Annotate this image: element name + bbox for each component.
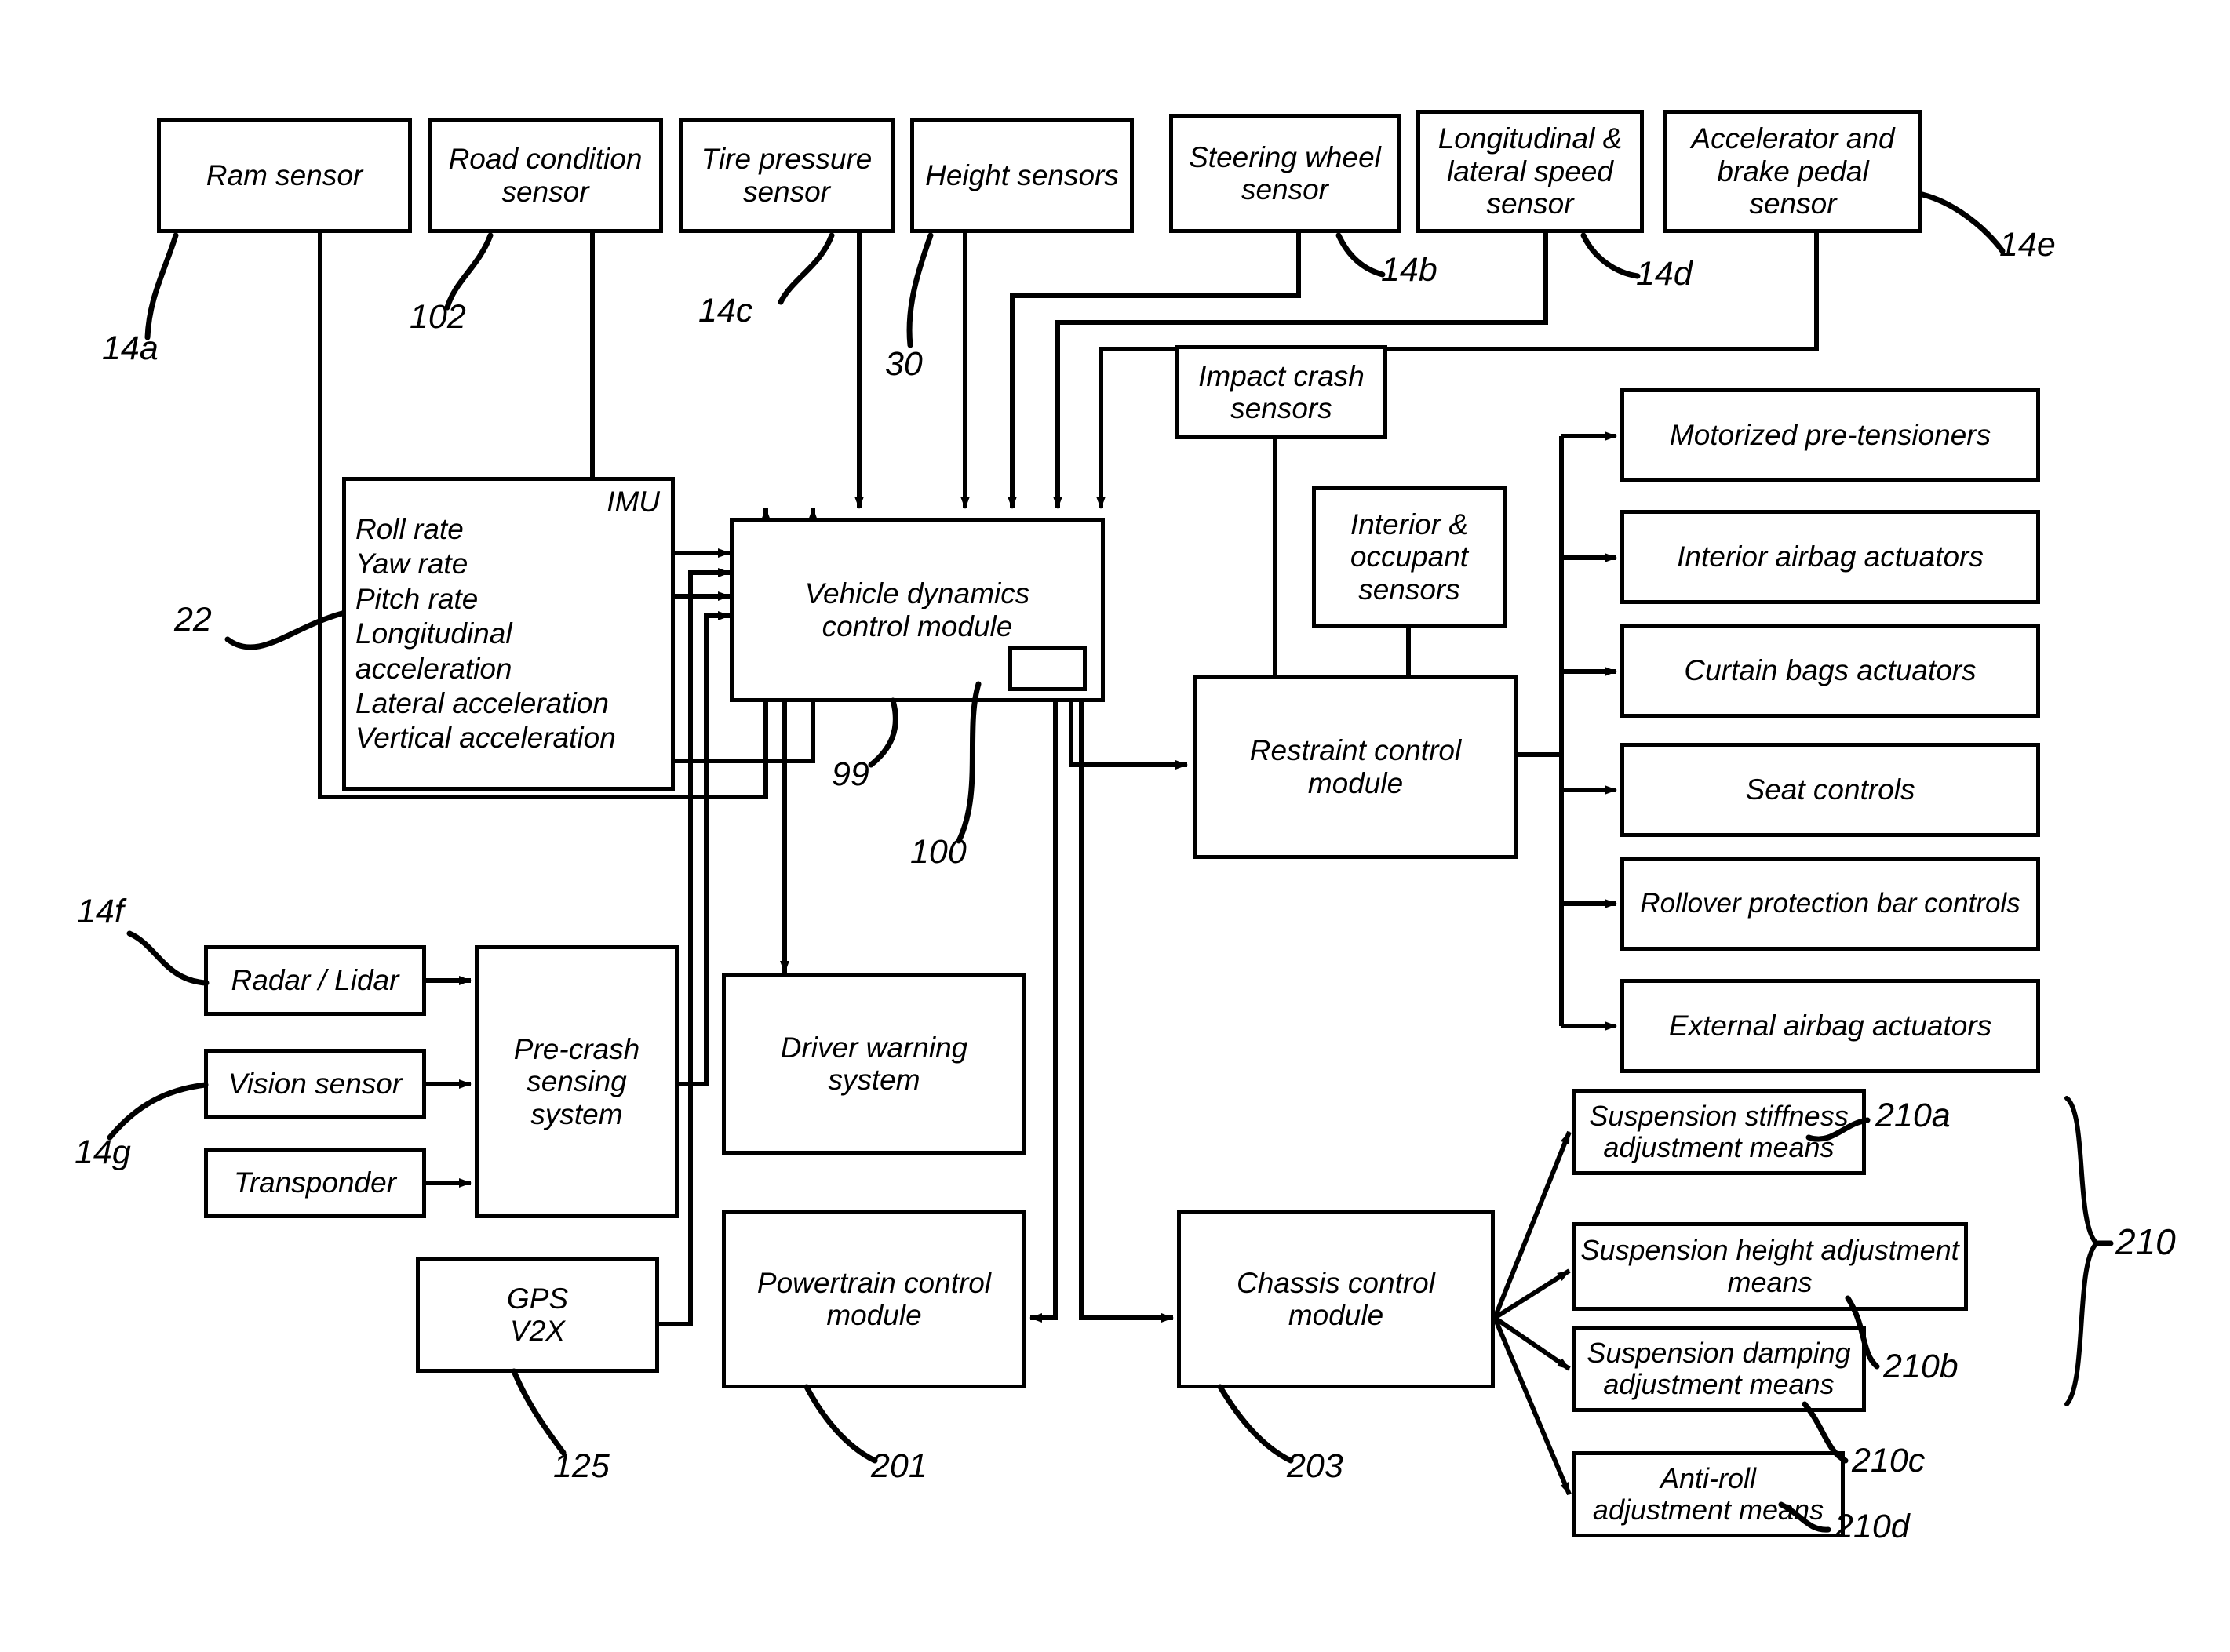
ref-label-203: 203 [1287, 1447, 1343, 1485]
ref-label-14g: 14g [75, 1133, 131, 1171]
sensor-label: Height sensors [925, 158, 1119, 191]
sensor-label: Road condition sensor [448, 143, 643, 208]
sensor-label: Interior & occupant sensors [1350, 508, 1469, 606]
sensor-box-longitudinal-lateral-speed-sensor[interactable]: Longitudinal & lateral speed sensor [1416, 110, 1644, 233]
gps-v2x-box[interactable]: GPS V2X [416, 1257, 659, 1373]
chassis-control-module[interactable]: Chassis control module [1177, 1210, 1495, 1388]
sensor-label: Tire pressure sensor [701, 143, 873, 208]
sensor-label: Radar / Lidar [231, 964, 399, 997]
sensor-box-height-sensors[interactable]: Height sensors [910, 118, 1134, 233]
actuator-label: Seat controls [1745, 773, 1915, 806]
imu-item: Vertical acceleration [355, 722, 616, 755]
ref-label-210b: 210b [1883, 1348, 1959, 1385]
module-label: Powertrain control module [756, 1266, 992, 1331]
actuator-label: Anti-roll adjustment means [1592, 1461, 1824, 1526]
sensor-label: Vision sensor [228, 1068, 403, 1101]
impact-crash-sensors-box[interactable]: Impact crash sensors [1175, 345, 1387, 439]
ref-label-210: 210 [2115, 1221, 2176, 1262]
ref-label-210a: 210a [1875, 1097, 1951, 1134]
actuator-box-anti-roll-adjustment-means[interactable]: Anti-roll adjustment means [1572, 1451, 1845, 1537]
ref-label-14b: 14b [1381, 251, 1437, 289]
sensor-box-steering-wheel-sensor[interactable]: Steering wheel sensor [1169, 114, 1401, 233]
ref-label-210d: 210d [1835, 1508, 1910, 1545]
actuator-box-suspension-height-adjustment-means[interactable]: Suspension height adjustment means [1572, 1222, 1968, 1311]
imu-item: Yaw rate [355, 548, 468, 580]
actuator-box-rollover-protection-bar-controls[interactable]: Rollover protection bar controls [1620, 857, 2040, 951]
ref-label-14d: 14d [1636, 255, 1693, 293]
module-label: Driver warning system [780, 1031, 968, 1096]
pre-crash-sensing-system[interactable]: Pre-crash sensing system [475, 945, 679, 1218]
ref-label-14e: 14e [1999, 226, 2056, 264]
sensor-label: Longitudinal & lateral speed sensor [1437, 122, 1623, 220]
imu-item-list: Roll rate Yaw rate Pitch rate Longitudin… [355, 512, 671, 756]
actuator-box-suspension-stiffness-adjustment-means[interactable]: Suspension stiffness adjustment means [1572, 1089, 1866, 1175]
sensor-box-ram-sensor[interactable]: Ram sensor [157, 118, 412, 233]
restraint-control-module[interactable]: Restraint control module [1193, 675, 1518, 859]
actuator-label: Suspension stiffness adjustment means [1589, 1099, 1849, 1163]
actuator-box-seat-controls[interactable]: Seat controls [1620, 743, 2040, 837]
actuator-label: Suspension height adjustment means [1580, 1234, 1959, 1298]
actuator-label: Suspension damping adjustment means [1587, 1336, 1851, 1400]
ref-label-125: 125 [553, 1447, 610, 1485]
module-label: Chassis control module [1237, 1266, 1435, 1331]
actuator-box-curtain-bags-actuators[interactable]: Curtain bags actuators [1620, 624, 2040, 718]
ref-label-102: 102 [410, 298, 466, 336]
imu-item: Pitch rate [355, 582, 479, 615]
ref-label-14c: 14c [698, 292, 753, 329]
ref-label-201: 201 [871, 1447, 927, 1485]
sensor-box-tire-pressure-sensor[interactable]: Tire pressure sensor [679, 118, 895, 233]
imu-item: Roll rate [355, 513, 464, 545]
imu-item: Lateral acceleration [355, 686, 609, 719]
sensor-box-transponder[interactable]: Transponder [204, 1148, 426, 1218]
patent-figure-canvas: Ram sensor Road condition sensor Tire pre… [0, 0, 2230, 1652]
actuator-label: Interior airbag actuators [1677, 540, 1984, 573]
powertrain-control-module[interactable]: Powertrain control module [722, 1210, 1026, 1388]
actuator-box-motorized-pre-tensioners[interactable]: Motorized pre-tensioners [1620, 388, 2040, 482]
actuator-label: Rollover protection bar controls [1640, 888, 2020, 919]
vdcm-inner-submodule[interactable] [1008, 646, 1087, 691]
driver-warning-system[interactable]: Driver warning system [722, 973, 1026, 1155]
module-label: Pre-crash sensing system [513, 1032, 640, 1130]
sensor-label: Ram sensor [206, 158, 363, 191]
sensor-label: Transponder [233, 1166, 397, 1199]
sensor-box-radar-lidar[interactable]: Radar / Lidar [204, 945, 426, 1016]
actuator-box-interior-airbag-actuators[interactable]: Interior airbag actuators [1620, 510, 2040, 604]
ref-label-100: 100 [910, 833, 967, 871]
sensor-label: Steering wheel sensor [1189, 140, 1381, 206]
sensor-box-vision-sensor[interactable]: Vision sensor [204, 1049, 426, 1119]
ref-label-30: 30 [885, 345, 923, 383]
module-label: Vehicle dynamics control module [804, 577, 1030, 642]
actuator-box-external-airbag-actuators[interactable]: External airbag actuators [1620, 979, 2040, 1073]
ref-label-99: 99 [832, 755, 869, 793]
ref-label-14f: 14f [77, 893, 124, 930]
sensor-box-road-condition-sensor[interactable]: Road condition sensor [428, 118, 663, 233]
ref-label-210c: 210c [1852, 1442, 1926, 1479]
module-label: GPS V2X [506, 1282, 569, 1347]
ref-label-14a: 14a [102, 329, 159, 367]
sensor-label: Impact crash sensors [1198, 359, 1365, 424]
imu-box[interactable]: IMU Roll rate Yaw rate Pitch rate Longit… [342, 477, 675, 791]
actuator-label: Curtain bags actuators [1684, 654, 1977, 687]
interior-occupant-sensors-box[interactable]: Interior & occupant sensors [1312, 486, 1507, 628]
module-label: Restraint control module [1249, 734, 1462, 799]
imu-item: Longitudinal acceleration [355, 617, 512, 685]
sensor-box-accelerator-brake-pedal-sensor[interactable]: Accelerator and brake pedal sensor [1663, 110, 1922, 233]
actuator-box-suspension-damping-adjustment-means[interactable]: Suspension damping adjustment means [1572, 1326, 1866, 1412]
sensor-label: Accelerator and brake pedal sensor [1691, 122, 1895, 220]
actuator-label: Motorized pre-tensioners [1669, 419, 1991, 452]
actuator-label: External airbag actuators [1668, 1010, 1992, 1043]
ref-label-22: 22 [174, 601, 212, 639]
